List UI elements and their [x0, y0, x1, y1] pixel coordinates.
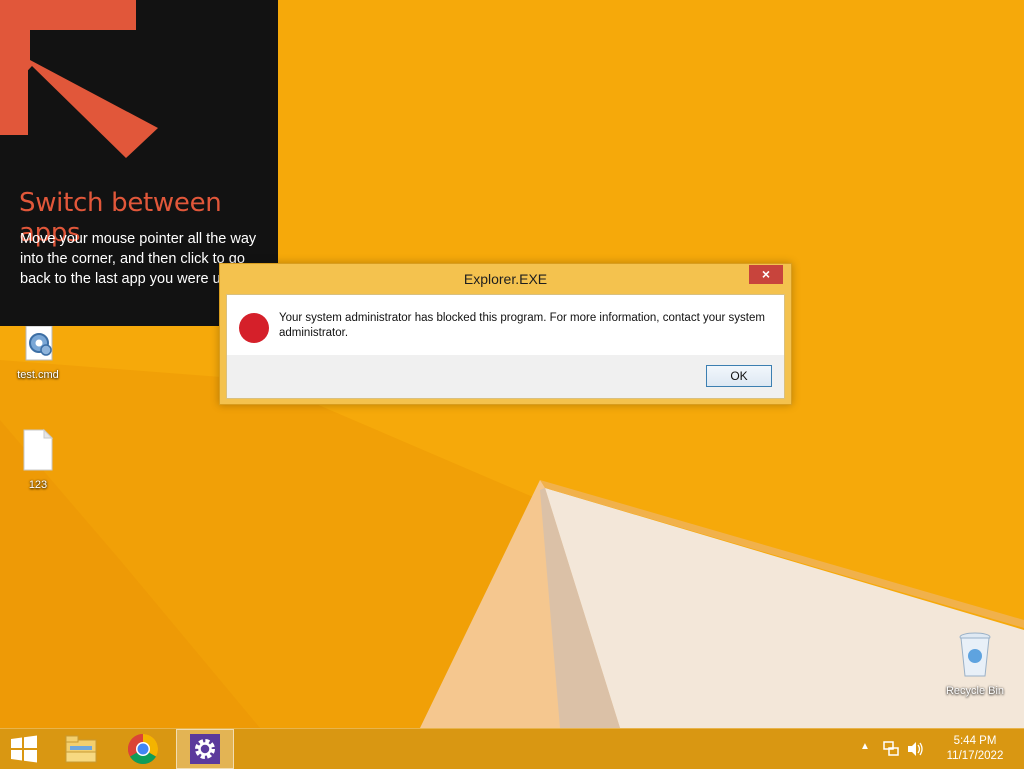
- desktop-icon-test-cmd[interactable]: test.cmd: [6, 325, 70, 381]
- desktop-icon-label: test.cmd: [17, 369, 59, 381]
- volume-icon[interactable]: [906, 740, 924, 758]
- dialog-title: Explorer.EXE: [463, 271, 548, 287]
- folder-icon: [65, 735, 97, 763]
- taskbar-file-explorer[interactable]: [56, 729, 106, 769]
- windows-logo-icon: [11, 735, 37, 763]
- clock[interactable]: 5:44 PM 11/17/2022: [940, 734, 1010, 764]
- system-tray: ▲ 5:44 PM 11/17/2022: [854, 729, 1024, 769]
- taskbar: ▲ 5:44 PM 11/17/2022: [0, 728, 1024, 769]
- clock-date: 11/17/2022: [946, 750, 1004, 762]
- desktop-icon-label: Recycle Bin: [945, 685, 1005, 697]
- start-button[interactable]: [0, 729, 48, 769]
- close-button[interactable]: ×: [749, 265, 783, 284]
- error-icon: [239, 313, 269, 343]
- show-hidden-icons-icon[interactable]: ▲: [860, 741, 870, 752]
- desktop-icon-123[interactable]: 123: [6, 428, 70, 491]
- clock-time: 5:44 PM: [953, 735, 997, 747]
- corner-arrow-icon: [0, 0, 158, 158]
- desktop-icon-recycle-bin[interactable]: Recycle Bin: [943, 630, 1007, 697]
- desktop-icon-label: 123: [28, 479, 48, 491]
- network-icon[interactable]: [882, 740, 900, 758]
- ok-button[interactable]: OK: [706, 365, 772, 387]
- gear-icon: [190, 734, 220, 764]
- recycle-bin-icon: [955, 632, 995, 681]
- dialog-message: Your system administrator has blocked th…: [279, 312, 765, 339]
- dialog-message-area: Your system administrator has blocked th…: [227, 295, 784, 355]
- dialog-body: Your system administrator has blocked th…: [226, 294, 785, 399]
- taskbar-settings[interactable]: [176, 729, 234, 769]
- chrome-icon: [127, 734, 159, 765]
- gear-script-icon: [18, 325, 58, 365]
- taskbar-chrome[interactable]: [118, 729, 168, 769]
- blank-file-icon: [20, 428, 56, 475]
- blocked-program-dialog: Explorer.EXE × Your system administrator…: [219, 263, 792, 405]
